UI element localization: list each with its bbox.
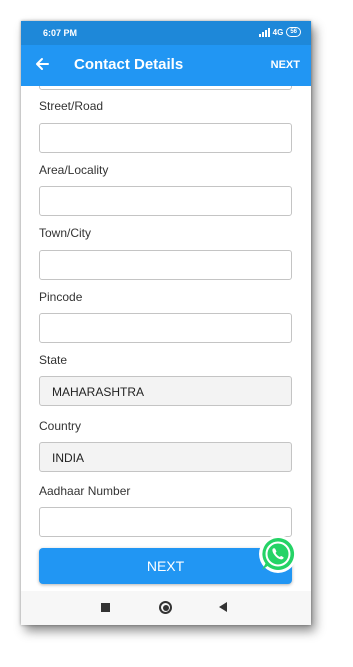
- network-label: 4G: [272, 27, 284, 37]
- recents-square-icon[interactable]: [101, 603, 110, 612]
- home-circle-icon[interactable]: [159, 601, 172, 614]
- app-bar: Contact Details NEXT: [21, 45, 311, 86]
- area-input[interactable]: [39, 186, 292, 216]
- state-label: State: [39, 353, 68, 367]
- state-value: MAHARASHTRA: [52, 385, 145, 399]
- page-title: Contact Details: [74, 56, 184, 73]
- town-label: Town/City: [39, 226, 92, 240]
- country-value: INDIA: [52, 451, 85, 465]
- status-bar: 6:07 PM 4G 56: [21, 21, 311, 45]
- country-label: Country: [39, 419, 82, 433]
- town-input[interactable]: [39, 250, 292, 280]
- phone-screen: 6:07 PM 4G 56 Contact Details NEXT Stree…: [21, 21, 311, 625]
- aadhaar-label: Aadhaar Number: [39, 484, 131, 498]
- pincode-input[interactable]: [39, 313, 292, 343]
- form-content[interactable]: Street/Road Area/Locality Town/City Pinc…: [21, 86, 311, 591]
- signal-icon: [258, 27, 270, 37]
- aadhaar-input[interactable]: [39, 507, 292, 537]
- pincode-label: Pincode: [39, 290, 83, 304]
- status-time: 6:07 PM: [43, 28, 78, 38]
- back-triangle-icon[interactable]: [219, 602, 227, 612]
- state-input[interactable]: MAHARASHTRA: [39, 376, 292, 406]
- status-indicators: 4G 56: [258, 27, 301, 37]
- previous-field-input[interactable]: [39, 86, 292, 90]
- app-bar-next-button[interactable]: NEXT: [271, 59, 300, 71]
- system-nav-bar: [21, 591, 311, 625]
- next-button[interactable]: NEXT: [39, 548, 292, 584]
- area-label: Area/Locality: [39, 163, 109, 177]
- whatsapp-icon[interactable]: [258, 534, 298, 574]
- street-input[interactable]: [39, 123, 292, 153]
- country-input[interactable]: INDIA: [39, 442, 292, 472]
- street-label: Street/Road: [39, 99, 104, 113]
- battery-icon: 56: [286, 27, 301, 37]
- back-arrow-icon[interactable]: [34, 56, 50, 72]
